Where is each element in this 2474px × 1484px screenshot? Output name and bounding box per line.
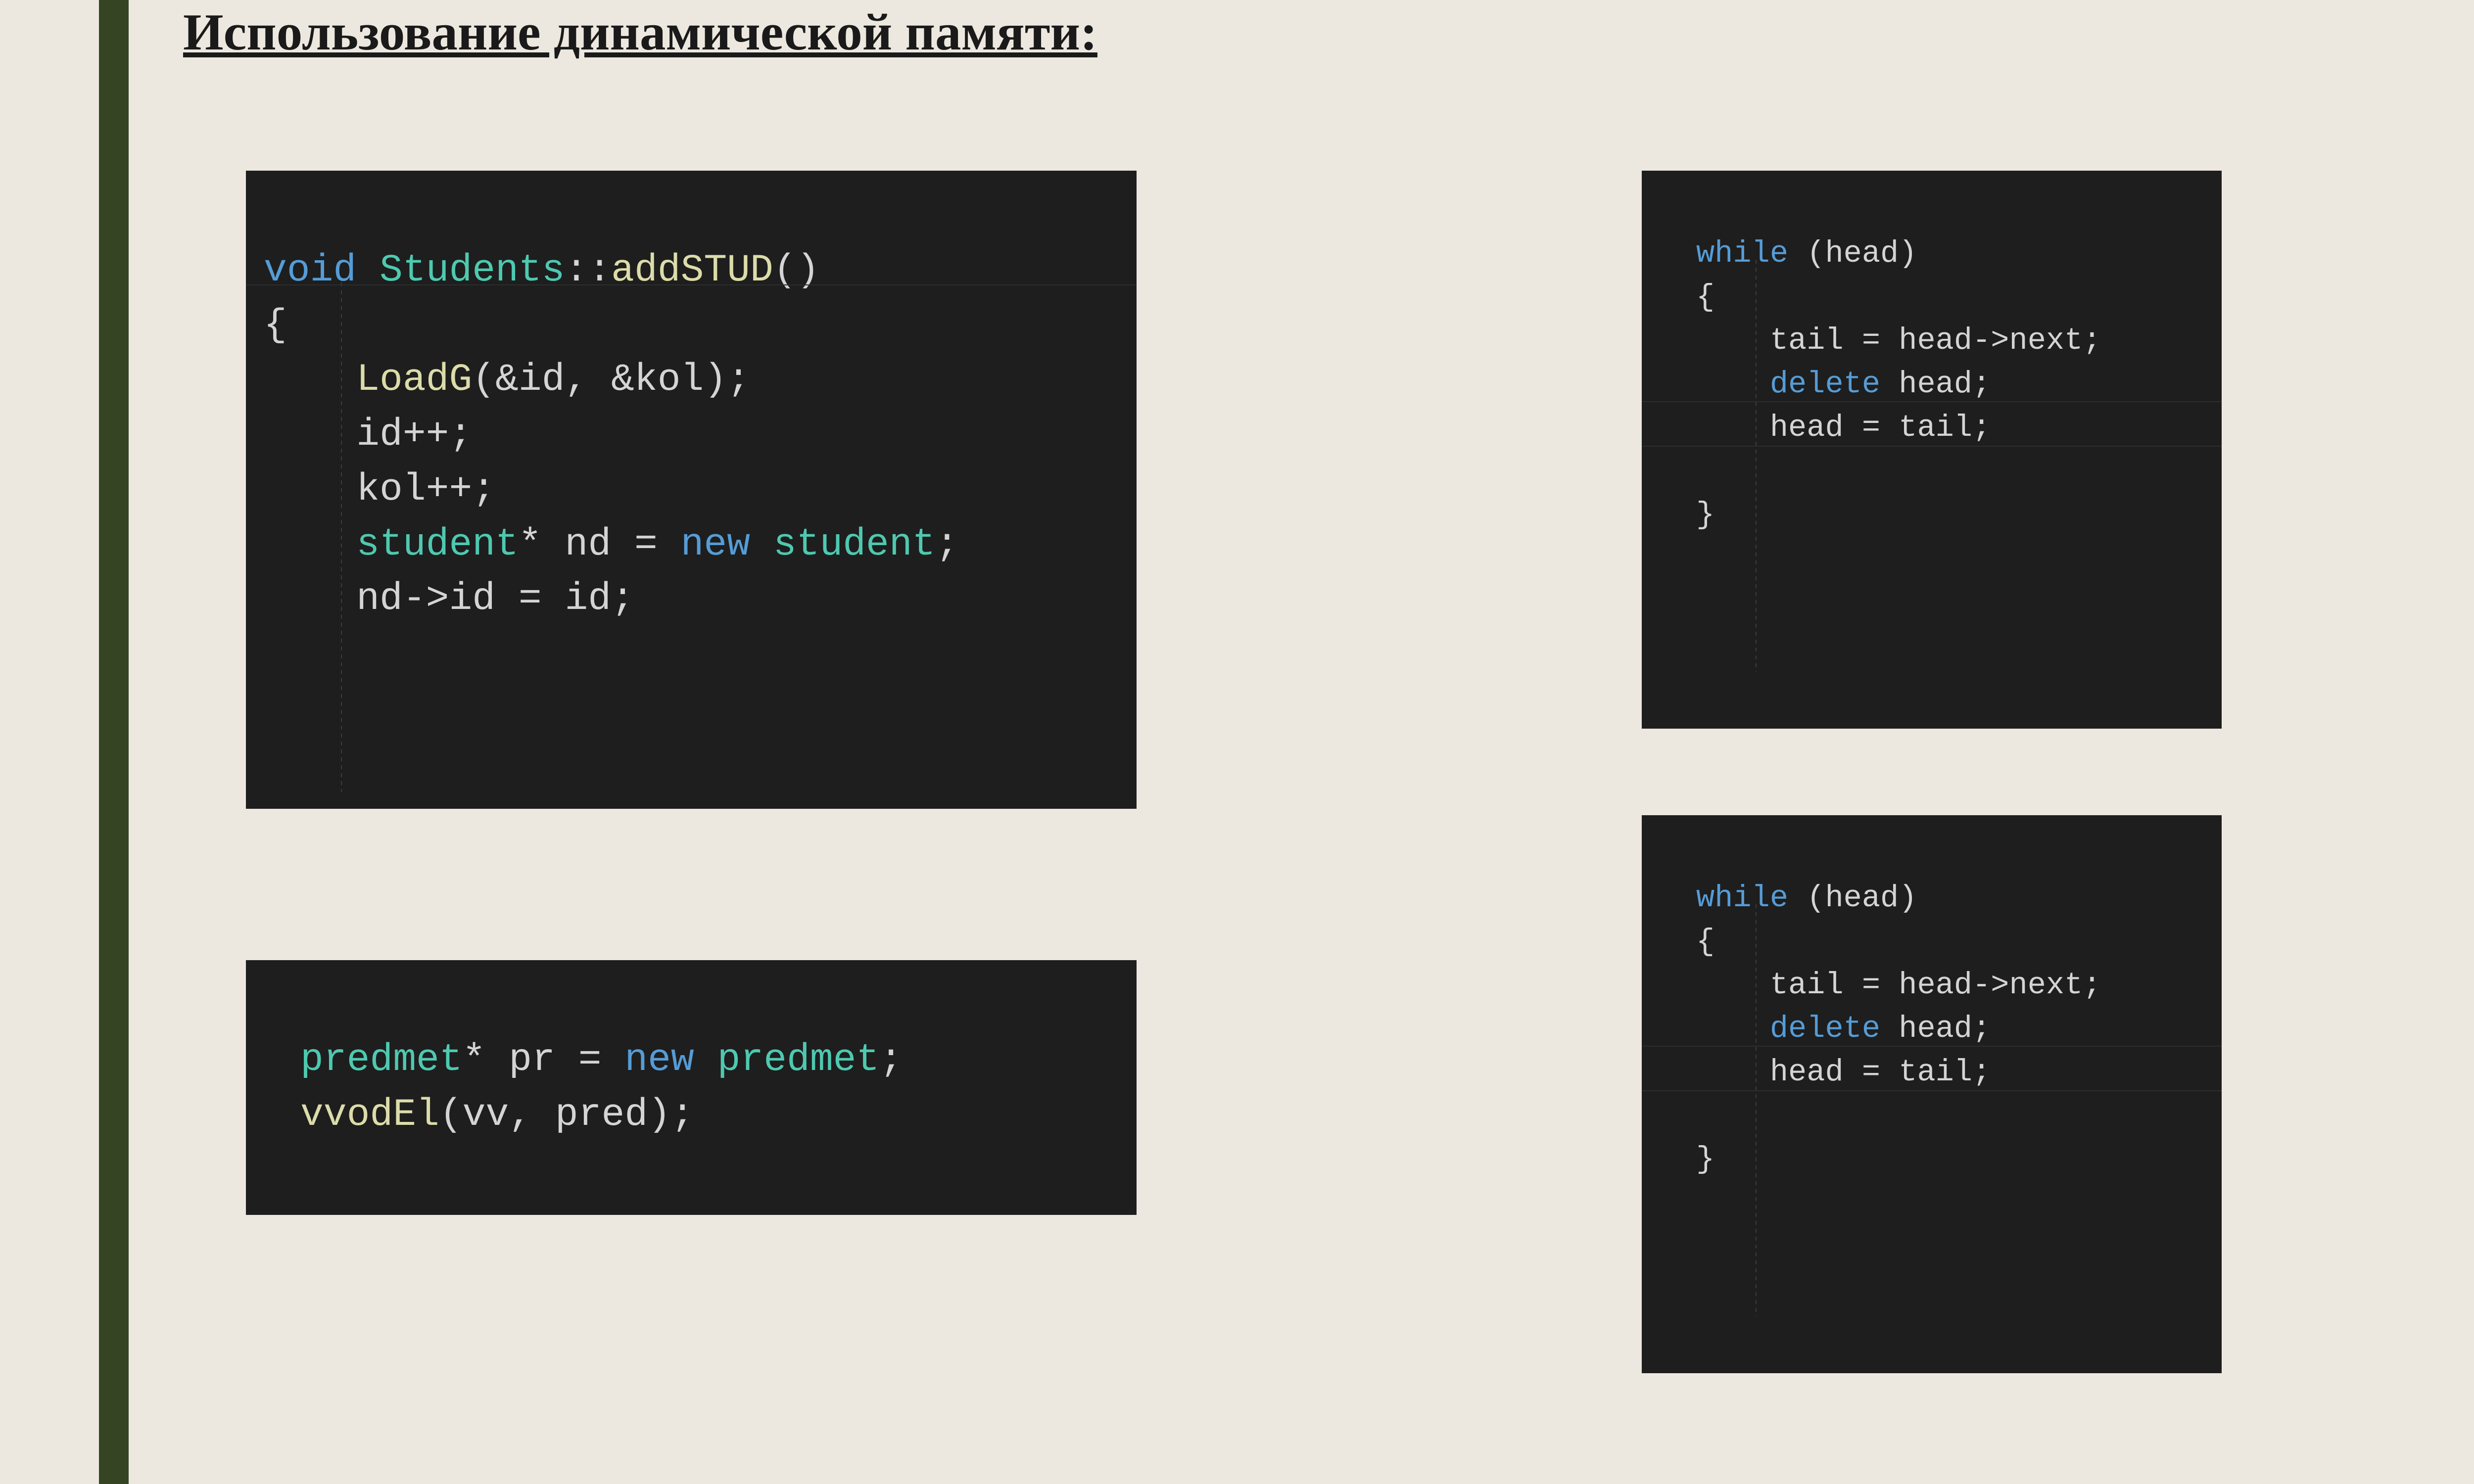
indent-guide [341,282,342,792]
accent-bar [99,0,129,1484]
code-line: head = tail; [1696,1055,1991,1090]
code-line: nd->id = id; [264,577,634,621]
indent-guide [1756,260,1757,672]
code-line: while (head) [1696,236,1917,271]
code-line: void Students::addSTUD() [264,249,819,292]
row-separator [1642,401,2222,402]
code-line: delete head; [1696,1011,1991,1046]
code-line: { [1696,279,1714,315]
code-line: tail = head->next; [1696,968,2101,1003]
code-line: vvodEl(vv, pred); [300,1093,694,1137]
code-line: while (head) [1696,881,1917,916]
code-block-predmet: predmet* pr = new predmet; vvodEl(vv, pr… [246,960,1137,1215]
code-line: kol++; [264,468,495,511]
code-block-while-1: while (head) { tail = head->next; delete… [1642,171,2222,729]
code-line: student* nd = new student; [264,523,958,566]
code-line: } [1696,1142,1714,1177]
row-separator [1642,446,2222,447]
row-separator [1642,1090,2222,1091]
code-line: { [1696,924,1714,959]
indent-guide [1756,904,1757,1316]
row-separator [246,284,1137,285]
code-line: predmet* pr = new predmet; [300,1038,903,1082]
code-line: delete head; [1696,367,1991,402]
code-line: { [264,304,287,347]
code-line: } [1696,497,1714,532]
code-line: LoadG(&id, &kol); [264,358,750,402]
slide-page: Использование динамической памяти: void … [0,0,2474,1484]
row-separator [1642,1046,2222,1047]
code-line: id++; [264,413,472,457]
code-line: head = tail; [1696,410,1991,445]
code-line: tail = head->next; [1696,323,2101,358]
heading: Использование динамической памяти: [183,2,1097,62]
code-block-addstud: void Students::addSTUD() { LoadG(&id, &k… [246,171,1137,809]
code-block-while-2: while (head) { tail = head->next; delete… [1642,815,2222,1373]
